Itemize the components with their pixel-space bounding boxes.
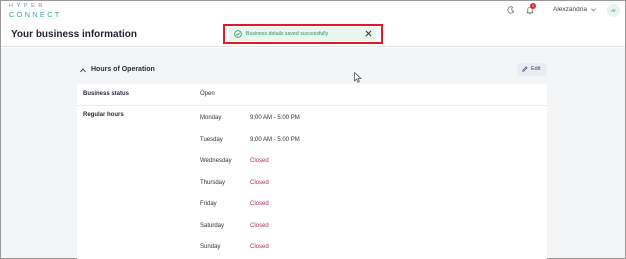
app-logo[interactable]: HYPER CONNECT xyxy=(9,3,62,19)
hours-friday: Closed xyxy=(250,201,269,207)
row-divider xyxy=(77,105,547,106)
chevron-up-icon[interactable] xyxy=(80,68,86,73)
success-toast: Business details saved successfully xyxy=(229,27,376,41)
day-sunday: Sunday xyxy=(200,244,221,250)
hours-wednesday: Closed xyxy=(250,158,269,164)
hours-sunday: Closed xyxy=(250,244,269,250)
hours-tuesday: 9:00 AM - 5:00 PM xyxy=(250,137,300,143)
day-tuesday: Tuesday xyxy=(200,137,223,143)
edit-label: Edit xyxy=(531,66,541,72)
notification-badge: 1 xyxy=(530,3,536,9)
logo-top-text: HYPER xyxy=(9,3,46,9)
logo-bottom-text: CONNECT xyxy=(9,9,62,19)
hours-card: Business status Open Regular hours Monda… xyxy=(77,84,547,259)
edit-button[interactable]: Edit xyxy=(517,63,547,76)
hours-section-header: Hours of Operation Edit xyxy=(77,62,547,82)
business-status-label: Business status xyxy=(83,91,130,97)
day-wednesday: Wednesday xyxy=(200,158,232,164)
day-monday: Monday xyxy=(200,115,222,121)
day-saturday: Saturday xyxy=(200,223,225,229)
mouse-cursor-icon xyxy=(354,72,362,83)
moon-icon[interactable] xyxy=(507,6,515,14)
avatar[interactable]: Ar xyxy=(607,4,620,17)
hours-thursday: Closed xyxy=(250,180,269,186)
page-title: Your business information xyxy=(11,29,137,40)
section-title: Hours of Operation xyxy=(91,66,155,73)
day-friday: Friday xyxy=(200,201,217,207)
close-icon[interactable] xyxy=(365,30,372,37)
business-status-value: Open xyxy=(200,91,215,97)
hours-saturday: Closed xyxy=(250,223,269,229)
chevron-down-icon[interactable] xyxy=(591,8,596,12)
toast-message: Business details saved successfully xyxy=(246,30,329,37)
day-thursday: Thursday xyxy=(200,180,226,186)
check-circle-icon xyxy=(234,30,242,38)
hours-monday: 9:00 AM - 5:00 PM xyxy=(250,115,300,121)
pencil-icon xyxy=(522,66,528,72)
user-name[interactable]: Alexzandria xyxy=(553,6,587,13)
regular-hours-label: Regular hours xyxy=(83,112,124,118)
